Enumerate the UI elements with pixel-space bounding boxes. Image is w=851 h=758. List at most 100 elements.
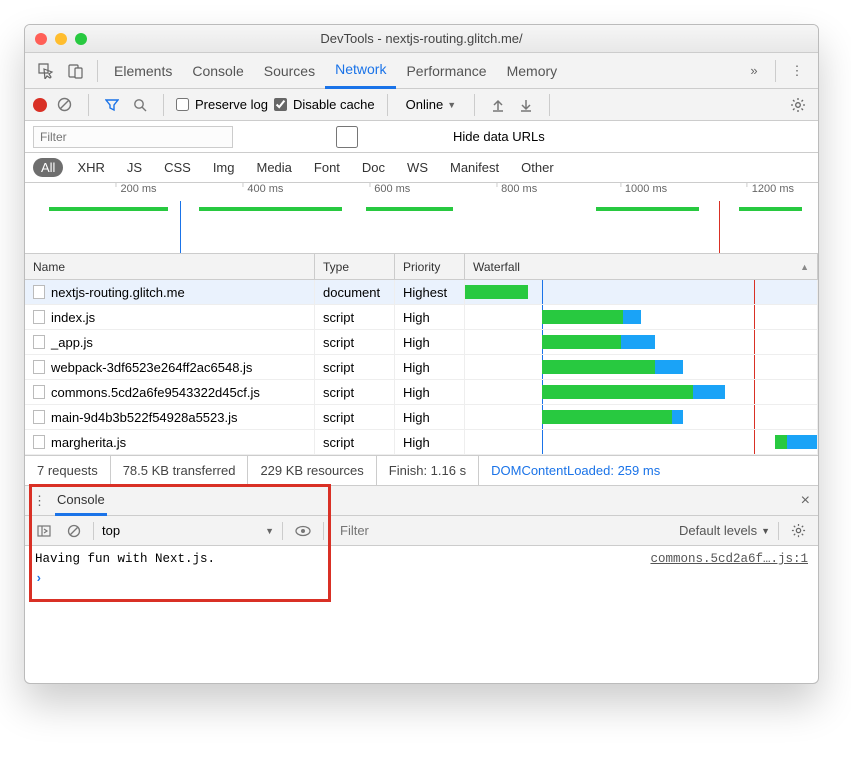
upload-har-icon[interactable] — [487, 98, 509, 112]
type-filter-doc[interactable]: Doc — [354, 158, 393, 177]
table-row[interactable]: margherita.js script High — [25, 430, 818, 455]
file-icon — [33, 360, 45, 374]
console-settings-icon[interactable] — [787, 523, 810, 538]
throttling-value: Online — [406, 97, 444, 112]
table-body: nextjs-routing.glitch.me document Highes… — [25, 280, 818, 455]
type-filter-css[interactable]: CSS — [156, 158, 199, 177]
type-filter-js[interactable]: JS — [119, 158, 150, 177]
inspect-icon[interactable] — [33, 58, 59, 84]
hide-data-urls-input[interactable] — [247, 126, 447, 148]
file-icon — [33, 435, 45, 449]
request-name: _app.js — [51, 335, 93, 350]
file-icon — [33, 410, 45, 424]
filter-input[interactable] — [33, 126, 233, 148]
waterfall-cell — [465, 380, 817, 404]
console-clear-icon[interactable] — [63, 524, 85, 538]
ruler-tick: 400 ms — [242, 183, 283, 187]
request-priority: High — [395, 330, 465, 354]
type-filter-xhr[interactable]: XHR — [69, 158, 112, 177]
console-sidebar-icon[interactable] — [33, 524, 55, 538]
type-filter-ws[interactable]: WS — [399, 158, 436, 177]
drawer-tab-console[interactable]: Console — [55, 486, 107, 516]
request-name: commons.5cd2a6fe9543322d45cf.js — [51, 385, 260, 400]
request-type: script — [315, 430, 395, 454]
waterfall-cell — [465, 330, 817, 354]
type-filter-media[interactable]: Media — [248, 158, 299, 177]
throttling-select[interactable]: Online ▼ — [400, 97, 463, 112]
type-filter-font[interactable]: Font — [306, 158, 348, 177]
tab-memory[interactable]: Memory — [497, 53, 568, 89]
clear-icon[interactable] — [53, 97, 76, 112]
ruler-tick: 800 ms — [496, 183, 537, 187]
header-name[interactable]: Name — [25, 254, 315, 279]
request-priority: High — [395, 430, 465, 454]
request-priority: High — [395, 405, 465, 429]
hide-data-urls-checkbox[interactable]: Hide data URLs — [247, 126, 545, 148]
table-row[interactable]: nextjs-routing.glitch.me document Highes… — [25, 280, 818, 305]
table-header: Name Type Priority Waterfall▲ — [25, 254, 818, 280]
request-type: script — [315, 330, 395, 354]
network-overview[interactable]: 200 ms 400 ms 600 ms 800 ms 1000 ms 1200… — [25, 183, 818, 254]
table-row[interactable]: commons.5cd2a6fe9543322d45cf.js script H… — [25, 380, 818, 405]
console-input[interactable] — [56, 572, 256, 586]
type-filter-manifest[interactable]: Manifest — [442, 158, 507, 177]
header-waterfall[interactable]: Waterfall▲ — [465, 254, 818, 279]
window-titlebar: DevTools - nextjs-routing.glitch.me/ — [25, 25, 818, 53]
waterfall-cell — [465, 405, 817, 429]
console-log-area[interactable]: Having fun with Next.js. commons.5cd2a6f… — [25, 546, 818, 592]
tab-sources[interactable]: Sources — [254, 53, 325, 89]
table-row[interactable]: webpack-3df6523e264ff2ac6548.js script H… — [25, 355, 818, 380]
drawer-close-icon[interactable]: × — [801, 492, 810, 510]
request-priority: Highest — [395, 280, 465, 304]
tab-network[interactable]: Network — [325, 53, 396, 89]
chevron-down-icon: ▼ — [447, 100, 456, 110]
console-log-message: Having fun with Next.js. — [35, 552, 215, 566]
header-priority[interactable]: Priority — [395, 254, 465, 279]
drawer-menu-icon[interactable]: ⋮ — [33, 493, 45, 509]
filter-icon[interactable] — [101, 98, 123, 112]
request-type: script — [315, 380, 395, 404]
console-toolbar: top ▼ Default levels ▼ — [25, 516, 818, 546]
window-title: DevTools - nextjs-routing.glitch.me/ — [25, 31, 818, 46]
tab-console[interactable]: Console — [182, 53, 253, 89]
network-settings-icon[interactable] — [786, 97, 810, 113]
table-row[interactable]: main-9d4b3b522f54928a5523.js script High — [25, 405, 818, 430]
overview-ruler: 200 ms 400 ms 600 ms 800 ms 1000 ms 1200… — [25, 183, 818, 201]
waterfall-cell — [465, 305, 817, 329]
console-context-select[interactable]: top ▼ — [102, 523, 274, 538]
status-resources: 229 KB resources — [248, 456, 376, 485]
console-levels-select[interactable]: Default levels ▼ — [679, 523, 770, 538]
download-har-icon[interactable] — [515, 98, 537, 112]
request-name: nextjs-routing.glitch.me — [51, 285, 185, 300]
request-priority: High — [395, 305, 465, 329]
waterfall-cell — [465, 280, 817, 304]
console-log-source-link[interactable]: commons.5cd2a6f….js:1 — [650, 552, 808, 566]
preserve-log-checkbox[interactable]: Preserve log — [176, 97, 268, 112]
ruler-tick: 600 ms — [369, 183, 410, 187]
record-button[interactable] — [33, 98, 47, 112]
settings-menu-icon[interactable]: ⋮ — [784, 58, 810, 84]
panel-tabstrip: Elements Console Sources Network Perform… — [25, 53, 818, 89]
table-row[interactable]: _app.js script High — [25, 330, 818, 355]
type-filter-img[interactable]: Img — [205, 158, 243, 177]
console-filter-input[interactable] — [332, 523, 671, 538]
live-expression-icon[interactable] — [291, 525, 315, 537]
overflow-tabs-icon[interactable]: » — [741, 58, 767, 84]
hide-data-urls-label: Hide data URLs — [453, 129, 545, 144]
request-priority: High — [395, 355, 465, 379]
console-log-entry: Having fun with Next.js. commons.5cd2a6f… — [35, 552, 808, 566]
table-row[interactable]: index.js script High — [25, 305, 818, 330]
preserve-log-input[interactable] — [176, 98, 189, 111]
tab-performance[interactable]: Performance — [396, 53, 496, 89]
disable-cache-checkbox[interactable]: Disable cache — [274, 97, 375, 112]
disable-cache-input[interactable] — [274, 98, 287, 111]
device-toolbar-icon[interactable] — [63, 58, 89, 84]
header-type[interactable]: Type — [315, 254, 395, 279]
console-prompt[interactable]: › — [35, 572, 808, 586]
type-filter-other[interactable]: Other — [513, 158, 562, 177]
type-filter-all[interactable]: All — [33, 158, 63, 177]
search-icon[interactable] — [129, 98, 151, 112]
tab-elements[interactable]: Elements — [104, 53, 182, 89]
file-icon — [33, 385, 45, 399]
request-name: main-9d4b3b522f54928a5523.js — [51, 410, 238, 425]
